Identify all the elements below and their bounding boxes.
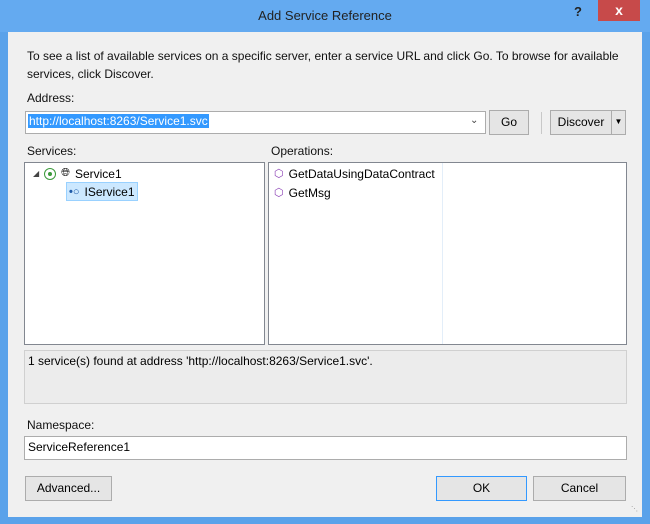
ok-button[interactable]: OK	[436, 476, 527, 501]
address-combobox[interactable]: http://localhost:8263/Service1.svc	[25, 111, 486, 134]
method-icon: ⬡	[274, 168, 284, 180]
column-divider	[442, 163, 443, 344]
interface-icon: •○	[69, 185, 80, 198]
help-button[interactable]: ?	[574, 4, 582, 19]
tree-item-label: IService1	[84, 184, 135, 199]
go-button[interactable]: Go	[489, 110, 529, 135]
services-label: Services:	[27, 144, 77, 158]
namespace-input[interactable]: ServiceReference1	[24, 436, 627, 460]
service-icon	[44, 167, 57, 180]
status-text: 1 service(s) found at address 'http://lo…	[28, 354, 373, 368]
intro-text: To see a list of available services on a…	[27, 49, 619, 81]
close-button[interactable]: x	[598, 0, 640, 21]
separator	[541, 112, 542, 134]
address-input[interactable]: http://localhost:8263/Service1.svc	[28, 114, 209, 128]
operation-label: GetDataUsingDataContract	[288, 166, 435, 181]
namespace-label: Namespace:	[27, 418, 95, 432]
tree-item-label: Service1	[74, 166, 122, 181]
discover-dropdown-arrow-icon[interactable]: ▼	[611, 110, 626, 135]
tree-item-iservice1[interactable]: •○ IService1	[66, 182, 138, 201]
discover-button[interactable]: Discover	[550, 110, 612, 135]
method-icon: ⬡	[274, 187, 284, 199]
address-label: Address:	[27, 91, 75, 105]
expand-triangle-icon[interactable]: ◢	[33, 169, 39, 178]
cancel-button[interactable]: Cancel	[533, 476, 626, 501]
operations-list[interactable]: ⬡ GetDataUsingDataContract ⬡ GetMsg	[268, 162, 627, 345]
operations-label: Operations:	[271, 144, 334, 158]
advanced-button[interactable]: Advanced...	[25, 476, 112, 501]
status-box: 1 service(s) found at address 'http://lo…	[24, 350, 627, 404]
tree-item-service1[interactable]: ◢ 🌐︎ Service1	[33, 164, 122, 183]
resize-grip-icon[interactable]: ⋱	[631, 505, 638, 513]
operation-label: GetMsg	[288, 185, 331, 200]
chevron-down-icon[interactable]: ⌄	[470, 115, 478, 126]
services-tree[interactable]: ◢ 🌐︎ Service1 •○ IService1	[24, 162, 265, 345]
globe-icon: 🌐︎	[61, 167, 70, 179]
operation-item[interactable]: ⬡ GetMsg	[274, 183, 331, 202]
operation-item[interactable]: ⬡ GetDataUsingDataContract	[274, 164, 435, 183]
window-title: Add Service Reference	[258, 8, 392, 23]
